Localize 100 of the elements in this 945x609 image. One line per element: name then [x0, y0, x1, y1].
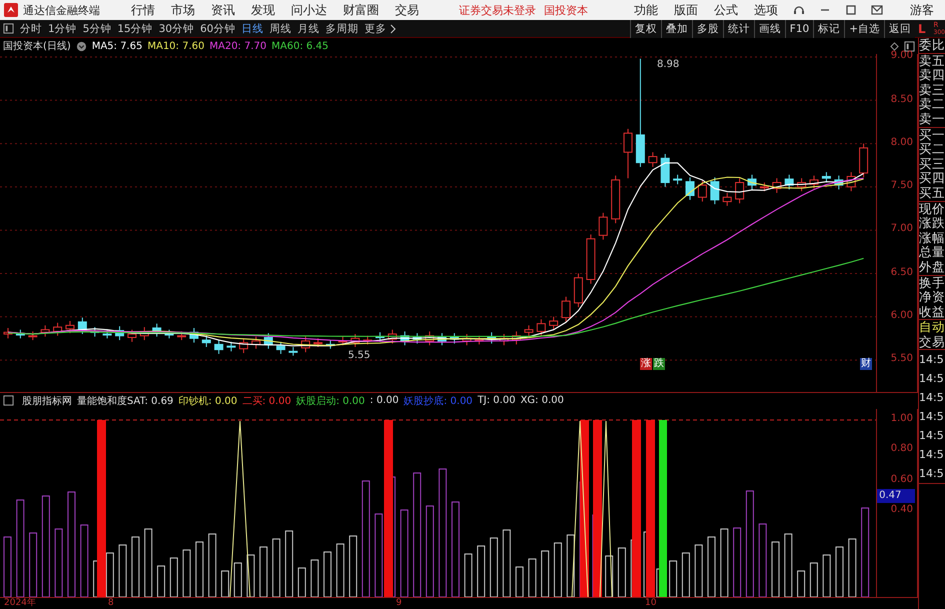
menu-item[interactable]: 市场	[164, 2, 202, 18]
quote-field-label: 净资	[919, 290, 945, 305]
mail-icon[interactable]	[870, 3, 884, 17]
menu-item[interactable]: 资讯	[204, 2, 242, 18]
toolbar-button[interactable]: +自选	[844, 20, 884, 38]
candlestick	[648, 152, 658, 168]
period-tab[interactable]: 日线	[238, 22, 266, 36]
indicator-value: XG: 0.00	[520, 395, 564, 406]
toolbar-button[interactable]: F10	[784, 20, 814, 38]
panel-toggle-icon[interactable]	[3, 23, 14, 34]
menu-item[interactable]: 财富圈	[336, 2, 386, 18]
indicator-value: 印钞机: 0.00	[178, 394, 238, 408]
user-button[interactable]: 游客	[903, 2, 941, 18]
period-tab[interactable]: 1分钟	[45, 22, 80, 36]
candlestick	[252, 336, 260, 350]
period-tab[interactable]: 更多	[362, 22, 390, 36]
candlestick	[226, 342, 236, 352]
indicator-bar	[848, 538, 856, 597]
candlestick	[735, 178, 744, 204]
indicator-bar	[554, 542, 562, 597]
candlestick	[586, 234, 596, 285]
period-tab[interactable]: 60分钟	[197, 22, 238, 36]
indicator-bar	[772, 541, 780, 597]
period-tab[interactable]: 5分钟	[80, 22, 114, 36]
ma-legend: MA20: 7.70	[209, 40, 266, 52]
candlestick	[710, 177, 720, 205]
candlestick	[450, 332, 459, 344]
quote-field-label: 涨跌	[919, 216, 945, 231]
corner-label: L	[918, 22, 926, 36]
indicator-value: 妖股启动: 0.00	[296, 394, 365, 408]
quote-field-label: 涨幅	[919, 230, 945, 246]
trade-time: 14:5	[919, 447, 945, 464]
candlestick	[722, 192, 732, 207]
candlestick	[264, 332, 273, 350]
toolbar-button[interactable]: 复权	[630, 20, 661, 38]
indicator-bar	[144, 528, 152, 597]
toolbar-button[interactable]: 返回	[884, 20, 915, 38]
period-tab[interactable]: 多周期	[322, 22, 362, 36]
menu-item[interactable]: 选项	[747, 2, 785, 18]
toolbar-button[interactable]: 标记	[813, 20, 844, 38]
indicator-bar	[272, 538, 280, 597]
indicator-bar	[298, 567, 306, 597]
chevron-right-icon[interactable]	[390, 24, 396, 34]
chart-marker-badge[interactable]: 财	[860, 358, 872, 370]
indicator-bar	[618, 547, 626, 597]
menu-item[interactable]: 交易	[388, 2, 426, 18]
period-tab[interactable]: 分时	[17, 22, 45, 36]
toolbar-button[interactable]: 多股	[692, 20, 723, 38]
candlestick	[698, 180, 707, 202]
notice-text[interactable]: 证券交易未登录	[459, 2, 536, 18]
toolbar-button[interactable]: 叠加	[660, 20, 692, 38]
candlestick	[66, 320, 74, 334]
indicator-bar	[4, 536, 12, 597]
chart-marker-badge[interactable]: 涨	[640, 358, 652, 370]
candlestick	[152, 323, 162, 338]
period-tab[interactable]: 月线	[294, 22, 322, 36]
candlestick	[239, 338, 248, 354]
diamond-icon[interactable]	[890, 42, 899, 51]
candlestick	[624, 128, 632, 179]
period-tab[interactable]: 周线	[266, 22, 294, 36]
indicator-bar	[694, 544, 703, 597]
candlestick	[760, 182, 769, 192]
menu-item[interactable]: 功能	[627, 2, 665, 18]
chart-title: 国投资本(日线)	[3, 40, 71, 54]
ma-legend: MA60: 6.45	[272, 40, 329, 52]
menu-item[interactable]: 行情	[124, 2, 162, 18]
trade-time: 14:5	[919, 352, 945, 368]
quote-field-label: 买一	[919, 128, 945, 142]
app-title: 通达信金融终端	[23, 2, 100, 18]
dropdown-circle-icon[interactable]	[76, 40, 87, 52]
toolbar-button[interactable]: 画线	[754, 20, 785, 38]
indicator-bar	[822, 554, 831, 597]
candlestick	[748, 174, 756, 190]
period-tab[interactable]: 30分钟	[156, 22, 198, 36]
candlestick	[363, 336, 372, 346]
price-axis-label: 7.00	[890, 223, 913, 234]
indicator-box-icon[interactable]	[3, 395, 14, 406]
price-axis-label: 6.50	[890, 266, 913, 278]
panel-toggle-icon[interactable]	[904, 40, 915, 52]
candlestick	[846, 172, 856, 192]
menu-item[interactable]: 问小达	[284, 2, 334, 18]
indicator-value: 量能饱和度SAT: 0.69	[77, 394, 174, 408]
menu-item[interactable]: 发现	[244, 2, 282, 18]
menu-item[interactable]: 公式	[707, 2, 745, 18]
candlestick	[40, 325, 50, 338]
notice-text[interactable]: 国投资本	[544, 2, 588, 18]
menu-item[interactable]: 版面	[667, 2, 705, 18]
period-tab[interactable]: 15分钟	[114, 22, 156, 36]
quote-field-label: 现价	[919, 202, 945, 216]
chart-marker-badge[interactable]: 跌	[653, 358, 665, 370]
indicator-bar	[196, 541, 204, 597]
indicator-axis-label: 0.40	[890, 504, 913, 516]
trade-time: 14:5	[919, 409, 945, 426]
quote-field-label: 买二	[919, 142, 945, 157]
quote-field-label: 换手	[919, 276, 945, 290]
restore-icon[interactable]	[844, 3, 858, 17]
low-price-label: 5.55	[348, 350, 370, 362]
indicator-bar	[528, 558, 536, 597]
toolbar-button[interactable]: 统计	[722, 20, 754, 38]
indicator-bar	[810, 562, 818, 597]
